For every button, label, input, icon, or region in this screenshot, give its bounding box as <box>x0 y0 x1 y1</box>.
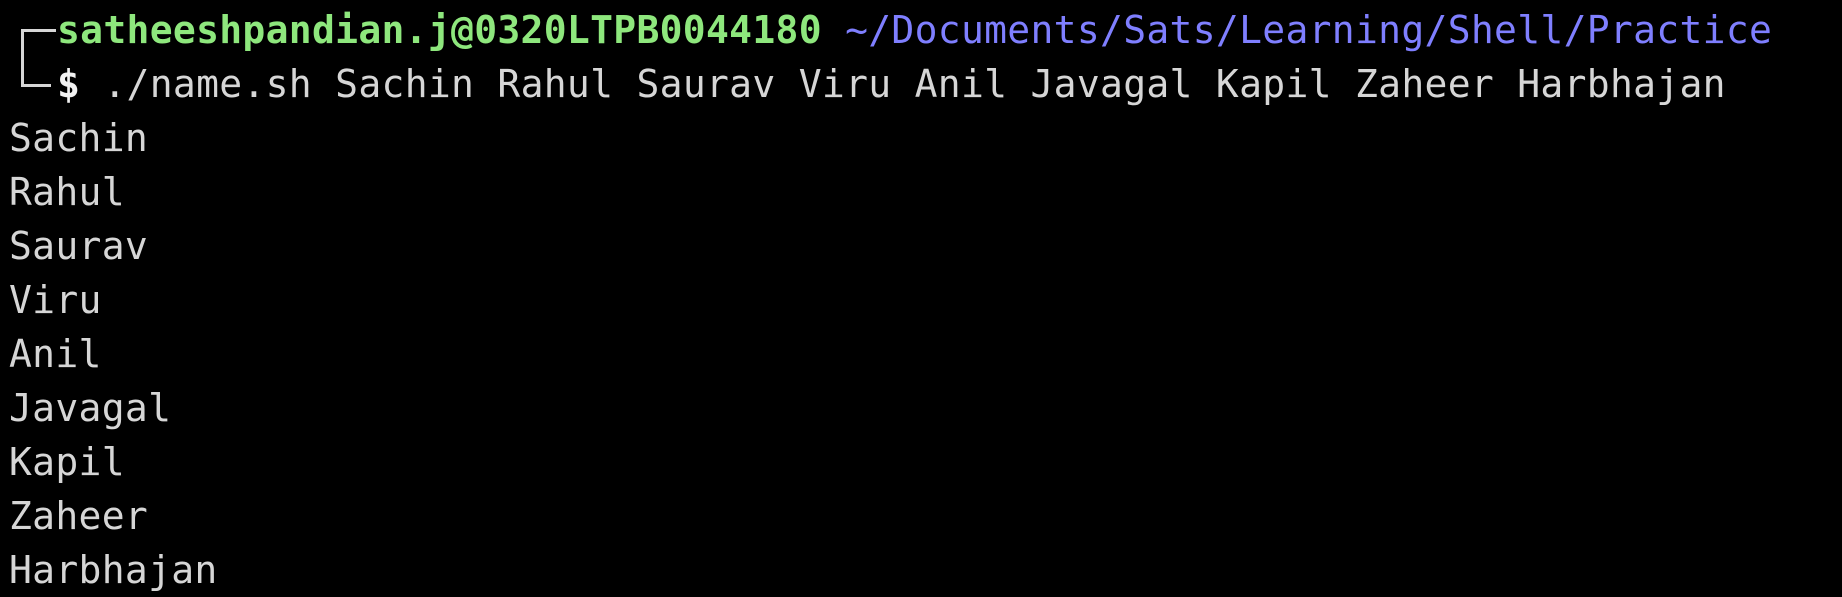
output-line: Javagal <box>9 386 172 430</box>
output-line: Kapil <box>9 440 125 484</box>
output-line: Saurav <box>9 224 149 268</box>
prompt-working-directory: ~/Documents/Sats/Learning/Shell/Practice <box>845 8 1773 52</box>
output-line: Rahul <box>9 170 125 214</box>
command-line[interactable]: $ ./name.sh Sachin Rahul Saurav Viru Ani… <box>57 57 1726 111</box>
prompt-user-host: satheeshpandian.j@0320LTPB0044180 <box>57 8 822 52</box>
terminal-window[interactable]: satheeshpandian.j@0320LTPB0044180 ~/Docu… <box>0 0 1842 596</box>
output-line: Zaheer <box>9 494 149 538</box>
command-text: ./name.sh Sachin Rahul Saurav Viru Anil … <box>103 62 1726 106</box>
output-line: Viru <box>9 278 102 322</box>
prompt-bracket-arrow-icon <box>21 84 51 87</box>
output-line: Harbhajan <box>9 548 218 592</box>
output-line: Sachin <box>9 116 149 160</box>
prompt-symbol: $ <box>57 62 81 106</box>
prompt-bracket-icon <box>21 29 56 87</box>
output-line: Anil <box>9 332 102 376</box>
prompt-header-line: satheeshpandian.j@0320LTPB0044180 ~/Docu… <box>57 3 1772 57</box>
